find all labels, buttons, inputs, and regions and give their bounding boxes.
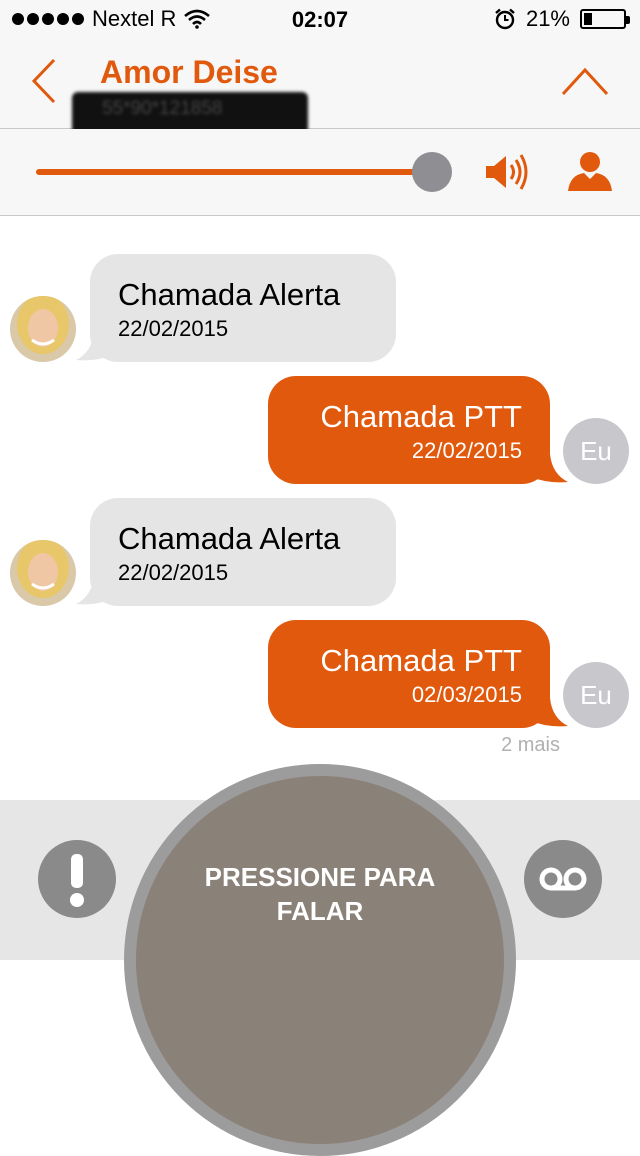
conversation-header: Amor Deise 55*90*121858 <box>0 40 640 134</box>
my-avatar: Eu <box>563 418 629 484</box>
contact-avatar <box>10 540 76 606</box>
alert-icon <box>70 854 84 907</box>
battery-percent: 21% <box>525 6 570 31</box>
call-type: Chamada PTT <box>320 399 522 434</box>
status-left: Nextel R <box>12 6 211 32</box>
wifi-icon <box>184 9 211 29</box>
incoming-bubble[interactable]: Chamada Alerta 22/02/2015 <box>90 498 396 606</box>
alarm-icon <box>495 8 515 30</box>
voicemail-icon <box>539 867 587 891</box>
outgoing-bubble[interactable]: Chamada PTT 22/02/2015 <box>268 376 550 484</box>
call-date: 22/02/2015 <box>411 438 522 463</box>
volume-slider-thumb[interactable] <box>412 152 452 192</box>
contact-icon[interactable] <box>566 149 614 193</box>
alert-button[interactable] <box>38 840 116 918</box>
signal-strength-icon <box>12 13 84 25</box>
call-date: 22/02/2015 <box>118 316 229 341</box>
push-to-talk-button[interactable]: PRESSIONE PARA FALAR <box>124 764 516 1156</box>
speaker-icon[interactable] <box>484 151 530 193</box>
volume-slider-track[interactable] <box>36 169 432 175</box>
battery-fill <box>584 13 592 25</box>
bottom-controls: PRESSIONE PARA FALAR <box>0 764 640 1156</box>
call-type: Chamada Alerta <box>118 277 341 312</box>
ptt-label-line1: PRESSIONE PARA <box>204 862 436 892</box>
push-to-talk-label: PRESSIONE PARA FALAR <box>136 860 504 928</box>
voicemail-button[interactable] <box>524 840 602 918</box>
call-type: Chamada Alerta <box>118 521 341 556</box>
call-date: 02/03/2015 <box>411 682 522 707</box>
my-avatar: Eu <box>563 662 629 728</box>
status-bar: Nextel R 02:07 21% <box>0 0 640 40</box>
volume-controls <box>0 129 640 216</box>
battery-icon <box>580 9 630 29</box>
carrier-name: Nextel R <box>92 6 177 31</box>
redacted-phone-number: 55*90*121858 <box>72 92 308 134</box>
incoming-bubble[interactable]: Chamada Alerta 22/02/2015 <box>90 254 396 362</box>
ptt-label-line2: FALAR <box>276 896 364 926</box>
more-messages-link[interactable]: 2 mais <box>501 734 560 757</box>
collapse-chevron-icon[interactable] <box>560 64 610 98</box>
contact-name: Amor Deise <box>100 54 278 90</box>
contact-avatar <box>10 296 76 362</box>
outgoing-bubble[interactable]: Chamada PTT 02/03/2015 <box>268 620 550 728</box>
message-outgoing: Chamada PTT 02/03/2015 Eu <box>0 618 640 730</box>
status-right: 21% <box>494 6 630 32</box>
message-outgoing: Chamada PTT 22/02/2015 Eu <box>0 374 640 486</box>
message-incoming: Chamada Alerta 22/02/2015 <box>0 496 640 608</box>
back-chevron-icon[interactable] <box>26 56 66 106</box>
message-list: Chamada Alerta 22/02/2015 Chamada PTT 22… <box>0 216 640 800</box>
message-incoming: Chamada Alerta 22/02/2015 <box>0 252 640 364</box>
call-date: 22/02/2015 <box>118 560 229 585</box>
call-type: Chamada PTT <box>320 643 522 678</box>
